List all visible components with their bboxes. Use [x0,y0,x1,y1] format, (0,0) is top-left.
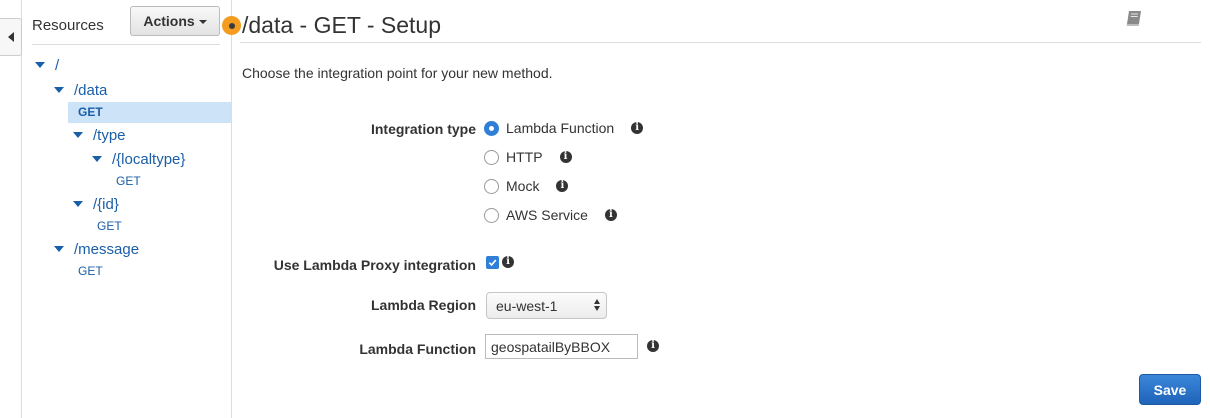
actions-button[interactable]: Actions [130,6,220,36]
tree-method-get-localtype[interactable]: GET [116,172,141,190]
expand-arrow-icon [73,132,83,138]
radio-aws-service[interactable]: AWS Service i [484,205,617,225]
radio-button[interactable] [484,178,499,194]
save-button[interactable]: Save [1139,374,1201,405]
tree-method-get-data[interactable]: GET [78,103,103,121]
tree-node-label: /{localtype} [112,150,186,168]
method-label: GET [116,174,141,188]
integration-type-label: Integration type [370,121,476,137]
tree-node-data[interactable]: /data [54,79,107,101]
divider [32,44,220,45]
radio-label: Mock [506,178,540,194]
radio-button[interactable] [484,207,499,223]
orange-dot-icon [222,16,241,35]
expand-arrow-icon [92,156,102,162]
tree-node-label: / [55,56,60,74]
radio-label: Lambda Function [506,120,615,136]
select-arrows-icon [594,299,600,311]
lambda-region-label: Lambda Region [370,297,476,313]
actions-label: Actions [143,13,195,29]
caret-down-icon [198,20,207,24]
tree-node-id[interactable]: /{id} [73,193,119,215]
radio-lambda-function[interactable]: Lambda Function i [484,118,644,138]
tree-node-label: /message [74,240,140,258]
radio-button[interactable] [484,149,499,165]
info-icon[interactable]: i [556,180,569,192]
checkmark-icon [488,259,497,267]
tree-method-get-id[interactable]: GET [97,217,122,235]
lambda-proxy-label: Use Lambda Proxy integration [273,257,476,273]
info-icon[interactable]: i [604,209,617,221]
tree-node-type[interactable]: /type [73,124,126,146]
info-icon[interactable]: i [647,340,659,352]
book-icon[interactable] [1124,8,1144,28]
info-icon[interactable]: i [559,151,572,163]
tree-node-localtype[interactable]: /{localtype} [92,148,185,170]
radio-label: HTTP [506,149,543,165]
tree-node-label: /data [74,81,108,99]
radio-label: AWS Service [506,207,588,223]
tree-method-get-message[interactable]: GET [78,262,103,280]
resources-title: Resources [32,17,104,34]
lambda-function-label: Lambda Function [359,341,476,357]
caret-left-icon [7,32,14,42]
radio-mock[interactable]: Mock i [484,176,569,196]
sidebar-collapse-strip [0,0,22,418]
expand-arrow-icon [35,62,45,68]
page-title: /data - GET - Setup [242,12,442,38]
info-icon[interactable]: i [502,256,514,268]
info-icon[interactable]: i [631,122,644,134]
tree-node-root[interactable]: / [35,54,59,76]
lambda-region-select[interactable]: eu-west-1 [486,292,607,319]
tree-node-label: /{id} [93,195,119,213]
expand-arrow-icon [73,201,83,207]
resources-pane: Resources Actions / /data GET /type /{lo… [22,0,232,418]
divider [240,42,1201,43]
lambda-function-input[interactable] [485,334,638,359]
method-label: GET [97,219,122,233]
expand-arrow-icon [54,246,64,252]
radio-button[interactable] [484,120,499,136]
tree-node-label: /type [93,126,126,144]
collapse-sidebar-button[interactable] [0,18,22,56]
method-label: GET [78,105,103,119]
intro-text: Choose the integration point for your ne… [242,65,553,81]
radio-http[interactable]: HTTP i [484,147,572,167]
lambda-proxy-checkbox[interactable] [486,256,499,269]
region-value: eu-west-1 [496,297,558,314]
expand-arrow-icon [54,87,64,93]
tree-node-message[interactable]: /message [54,238,139,260]
method-label: GET [78,264,103,278]
